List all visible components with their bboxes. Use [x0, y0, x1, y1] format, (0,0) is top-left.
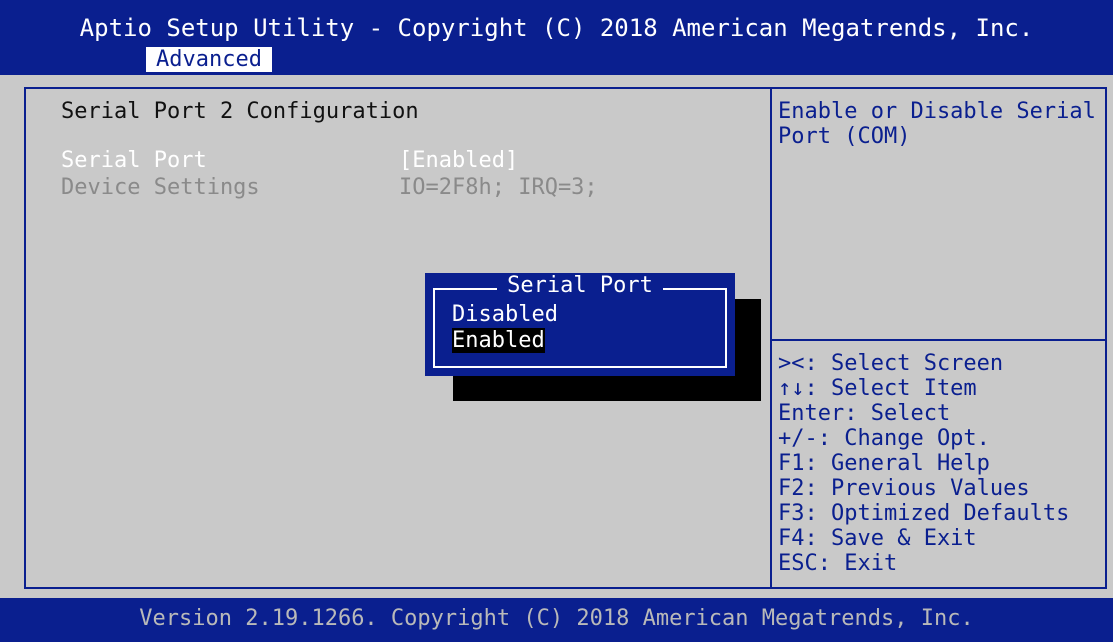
help-description: Enable or Disable Serial Port (COM) [778, 99, 1096, 149]
footer-version-text: Version 2.19.1266. Copyright (C) 2018 Am… [139, 606, 974, 631]
header-title: Aptio Setup Utility - Copyright (C) 2018… [79, 14, 1034, 42]
top-header-bar: Aptio Setup Utility - Copyright (C) 2018… [0, 0, 1113, 75]
key-hint-optimized-defaults: F3: Optimized Defaults [778, 501, 1070, 526]
serial-port-value[interactable]: [Enabled] [399, 149, 518, 173]
key-hint-general-help: F1: General Help [778, 451, 990, 476]
key-hint-change-option: +/-: Change Opt. [778, 426, 990, 451]
key-hint-save-exit: F4: Save & Exit [778, 526, 977, 551]
key-hint-exit: ESC: Exit [778, 551, 898, 576]
key-hint-select-screen: ><: Select Screen [778, 351, 1004, 376]
device-settings-row: Device Settings IO=2F8h; IRQ=3; [61, 176, 761, 202]
bios-setup-screen: Aptio Setup Utility - Copyright (C) 2018… [0, 0, 1113, 642]
help-panel-horizontal-divider [770, 339, 1107, 341]
device-settings-label: Device Settings [61, 175, 260, 200]
serial-port-popup: Serial Port Disabled Enabled [425, 273, 735, 376]
key-help-list: ><: Select Screen ↑↓: Select Item Enter:… [778, 351, 1108, 576]
popup-title: Serial Port [425, 273, 735, 299]
serial-port-label: Serial Port [61, 148, 207, 173]
popup-option-enabled[interactable]: Enabled [452, 328, 545, 353]
page-title: Serial Port 2 Configuration [61, 99, 419, 124]
serial-port-setting-row[interactable]: Serial Port [Enabled] [61, 149, 761, 175]
device-settings-value: IO=2F8h; IRQ=3; [399, 175, 598, 200]
tab-advanced[interactable]: Advanced [146, 47, 272, 72]
key-hint-enter-select: Enter: Select [778, 401, 951, 426]
key-hint-previous-values: F2: Previous Values [778, 476, 1030, 501]
popup-option-disabled[interactable]: Disabled [452, 302, 558, 327]
bottom-footer-bar: Version 2.19.1266. Copyright (C) 2018 Am… [0, 598, 1113, 642]
popup-title-text: Serial Port [497, 273, 663, 298]
key-hint-select-item: ↑↓: Select Item [778, 376, 977, 401]
